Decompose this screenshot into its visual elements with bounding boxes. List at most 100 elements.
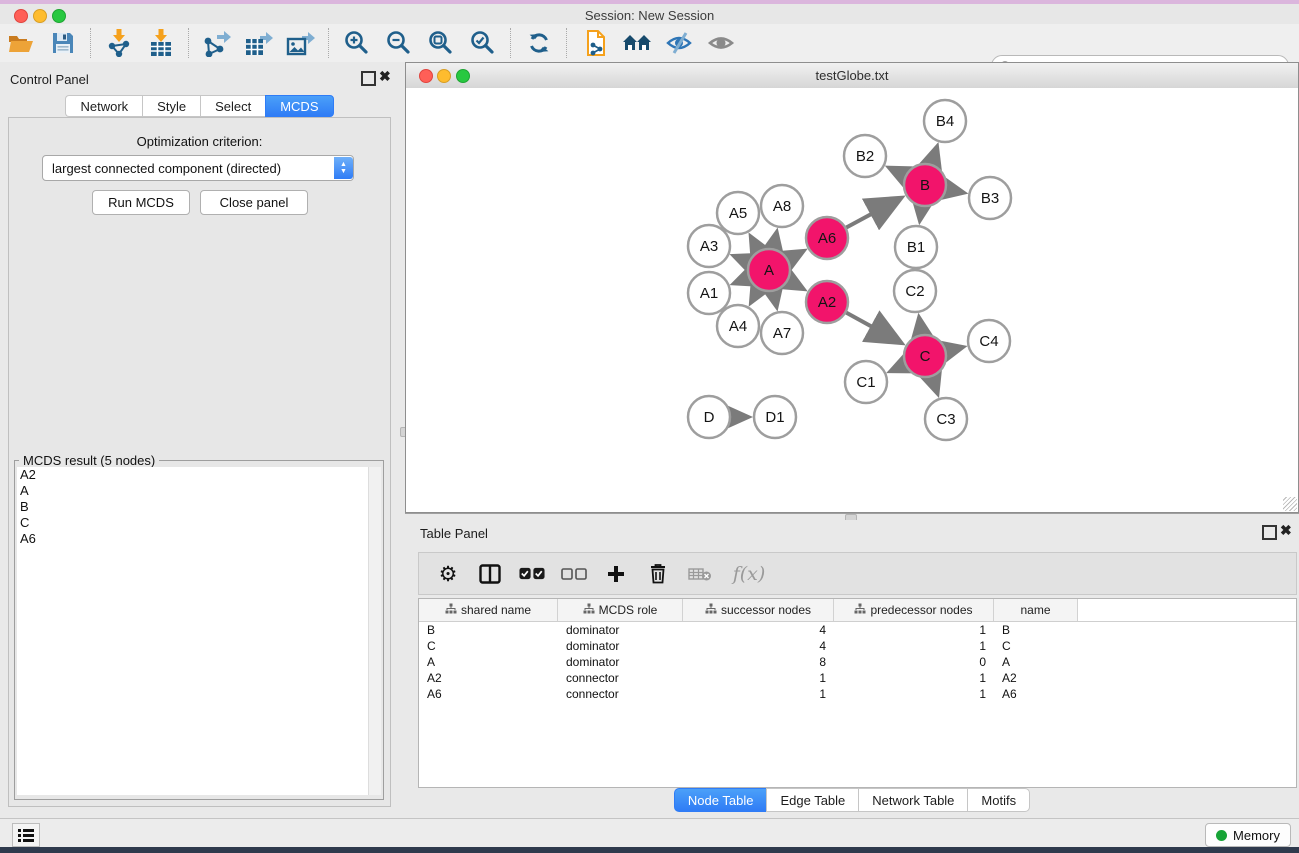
- table-cell[interactable]: C: [419, 639, 558, 653]
- edge-C-C1[interactable]: [893, 365, 904, 370]
- tab-edge-table[interactable]: Edge Table: [766, 788, 858, 812]
- column-header-MCDS-role[interactable]: MCDS role: [558, 599, 683, 621]
- result-item[interactable]: A6: [20, 531, 368, 547]
- settings-gear-icon[interactable]: ⚙: [435, 561, 461, 587]
- node-A[interactable]: A: [748, 249, 790, 291]
- node-B1[interactable]: B1: [895, 226, 937, 268]
- deselect-all-icon[interactable]: [561, 561, 587, 587]
- refresh-icon[interactable]: [518, 25, 560, 61]
- table-cell[interactable]: 1: [683, 687, 834, 701]
- node-table[interactable]: shared nameMCDS rolesuccessor nodesprede…: [418, 598, 1297, 788]
- result-item[interactable]: A2: [20, 467, 368, 483]
- delete-table-icon[interactable]: [687, 561, 713, 587]
- edge-A-A3[interactable]: [737, 257, 749, 262]
- table-cell[interactable]: A: [994, 655, 1078, 669]
- node-A3[interactable]: A3: [688, 225, 730, 267]
- table-cell[interactable]: 1: [683, 671, 834, 685]
- network-canvas[interactable]: B4B2BB3A8A5A6A3B1AC2A1A2A4A7C4CC1DD1C3: [406, 88, 1298, 512]
- table-cell[interactable]: A6: [419, 687, 558, 701]
- table-cell[interactable]: C: [994, 639, 1078, 653]
- table-cell[interactable]: 1: [834, 687, 994, 701]
- tab-mcds[interactable]: MCDS: [265, 95, 333, 117]
- edge-C-C4[interactable]: [946, 348, 959, 351]
- node-B2[interactable]: B2: [844, 135, 886, 177]
- node-B[interactable]: B: [904, 164, 946, 206]
- table-cell[interactable]: dominator: [558, 623, 683, 637]
- result-item[interactable]: C: [20, 515, 368, 531]
- table-cell[interactable]: dominator: [558, 639, 683, 653]
- criterion-dropdown[interactable]: largest connected component (directed) ▲…: [42, 155, 354, 181]
- open-file-icon[interactable]: [0, 25, 42, 61]
- save-session-icon[interactable]: [42, 25, 84, 61]
- node-A5[interactable]: A5: [717, 192, 759, 234]
- table-row[interactable]: Cdominator41C: [419, 638, 1296, 654]
- edge-C-C3[interactable]: [932, 377, 937, 391]
- memory-button[interactable]: Memory: [1205, 823, 1291, 847]
- table-cell[interactable]: 4: [683, 623, 834, 637]
- zoom-in-icon[interactable]: [336, 25, 378, 61]
- delete-column-icon[interactable]: [645, 561, 671, 587]
- show-graphics-details-icon[interactable]: [700, 25, 742, 61]
- edge-A-A8[interactable]: [773, 235, 776, 248]
- close-panel-button[interactable]: Close panel: [200, 190, 308, 215]
- table-cell[interactable]: A2: [994, 671, 1078, 685]
- session-home-icon[interactable]: [616, 25, 658, 61]
- function-builder-icon[interactable]: f(x): [729, 561, 769, 587]
- task-history-button[interactable]: [12, 823, 40, 847]
- mcds-result-list[interactable]: A2ABCA6: [17, 467, 368, 795]
- table-cell[interactable]: B: [994, 623, 1078, 637]
- node-A7[interactable]: A7: [761, 312, 803, 354]
- edge-A-A7[interactable]: [773, 292, 775, 304]
- table-cell[interactable]: A6: [994, 687, 1078, 701]
- table-cell[interactable]: A: [419, 655, 558, 669]
- table-row[interactable]: A2connector11A2: [419, 670, 1296, 686]
- edge-A2-C[interactable]: [846, 313, 898, 342]
- edge-A-A5[interactable]: [752, 239, 758, 250]
- table-row[interactable]: Adominator80A: [419, 654, 1296, 670]
- export-image-icon[interactable]: [280, 25, 322, 61]
- table-cell[interactable]: A2: [419, 671, 558, 685]
- new-network-from-file-icon[interactable]: [574, 25, 616, 61]
- table-row[interactable]: Bdominator41B: [419, 622, 1296, 638]
- network-window-titlebar[interactable]: testGlobe.txt: [406, 63, 1298, 89]
- node-C1[interactable]: C1: [845, 361, 887, 403]
- run-mcds-button[interactable]: Run MCDS: [92, 190, 190, 215]
- column-header-predecessor-nodes[interactable]: predecessor nodes: [834, 599, 994, 621]
- result-item[interactable]: B: [20, 499, 368, 515]
- import-network-icon[interactable]: [98, 25, 140, 61]
- zoom-out-icon[interactable]: [378, 25, 420, 61]
- edge-A-A1[interactable]: [737, 278, 748, 282]
- export-table-icon[interactable]: [238, 25, 280, 61]
- zoom-selected-icon[interactable]: [462, 25, 504, 61]
- table-cell[interactable]: 4: [683, 639, 834, 653]
- show-column-icon[interactable]: [477, 561, 503, 587]
- edge-B-B3[interactable]: [947, 189, 961, 192]
- edge-B-B2[interactable]: [892, 169, 905, 175]
- node-A4[interactable]: A4: [717, 305, 759, 347]
- column-header-successor-nodes[interactable]: successor nodes: [683, 599, 834, 621]
- table-cell[interactable]: connector: [558, 687, 683, 701]
- node-D[interactable]: D: [688, 396, 730, 438]
- node-A1[interactable]: A1: [688, 272, 730, 314]
- close-panel-icon[interactable]: ✖: [1280, 525, 1291, 536]
- node-C3[interactable]: C3: [925, 398, 967, 440]
- edge-A6-B[interactable]: [846, 199, 898, 227]
- node-A8[interactable]: A8: [761, 185, 803, 227]
- node-B3[interactable]: B3: [969, 177, 1011, 219]
- column-header-name[interactable]: name: [994, 599, 1078, 621]
- float-panel-icon[interactable]: [1262, 525, 1277, 540]
- zoom-fit-icon[interactable]: [420, 25, 462, 61]
- edge-C-C2[interactable]: [920, 321, 922, 335]
- tab-node-table[interactable]: Node Table: [674, 788, 767, 812]
- table-cell[interactable]: 0: [834, 655, 994, 669]
- table-cell[interactable]: 1: [834, 671, 994, 685]
- table-row[interactable]: A6connector11A6: [419, 686, 1296, 702]
- tab-style[interactable]: Style: [142, 95, 200, 117]
- tab-select[interactable]: Select: [200, 95, 265, 117]
- node-C4[interactable]: C4: [968, 320, 1010, 362]
- table-cell[interactable]: dominator: [558, 655, 683, 669]
- tab-motifs[interactable]: Motifs: [967, 788, 1030, 812]
- edge-A-A6[interactable]: [788, 252, 800, 259]
- node-A6[interactable]: A6: [806, 217, 848, 259]
- column-header-shared-name[interactable]: shared name: [419, 599, 558, 621]
